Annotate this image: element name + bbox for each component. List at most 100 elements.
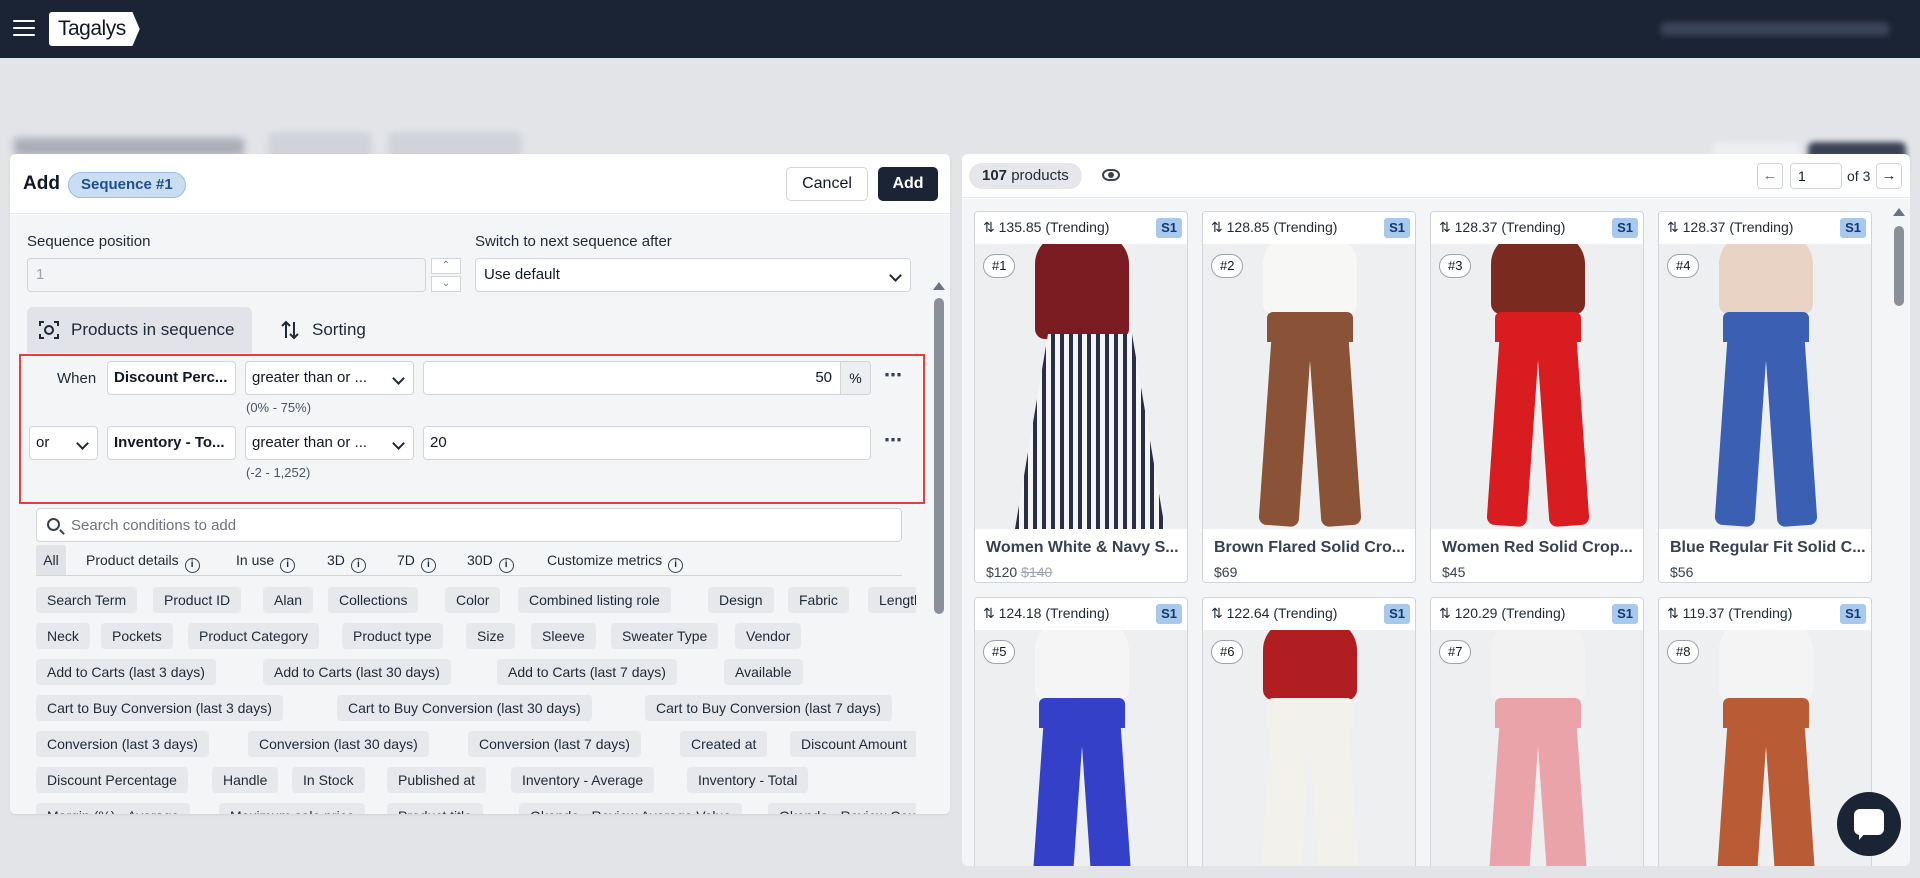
stepper-up-icon[interactable]: ⌃ bbox=[431, 258, 461, 274]
condition-chip[interactable]: Published at bbox=[387, 767, 487, 793]
condition-chip[interactable]: Pockets bbox=[101, 623, 173, 649]
condition-chip[interactable]: Color bbox=[445, 587, 501, 613]
condition-chip[interactable]: Conversion (last 7 days) bbox=[468, 731, 641, 757]
product-card[interactable]: ⇅ 128.85 (Trending) S1 #2 Brown Flared Soli… bbox=[1202, 211, 1416, 583]
condition-chip[interactable]: Okendo - Review Count bbox=[768, 803, 916, 814]
condition-chip[interactable]: Vendor bbox=[735, 623, 802, 649]
condition-chip[interactable]: Discount Amount bbox=[790, 731, 916, 757]
product-card[interactable]: ⇅ 120.29 (Trending) S1 #7 bbox=[1430, 597, 1644, 866]
condition-chip[interactable]: Sleeve bbox=[531, 623, 596, 649]
product-image[interactable]: #4 bbox=[1659, 244, 1871, 529]
logo[interactable]: Tagalys bbox=[49, 12, 140, 46]
info-icon[interactable]: i bbox=[350, 558, 366, 573]
product-card[interactable]: ⇅ 128.37 (Trending) S1 #3 Women Red Solid C… bbox=[1430, 211, 1644, 583]
condition-chip[interactable]: Alan bbox=[263, 587, 314, 613]
condition-chip[interactable]: Product title bbox=[387, 803, 483, 814]
condition-operator-select[interactable]: greater than or ... bbox=[245, 361, 414, 395]
condition-chip[interactable]: Available bbox=[724, 659, 803, 685]
product-image[interactable]: #1 bbox=[975, 244, 1187, 529]
condition-value-input[interactable]: 50 % bbox=[423, 361, 871, 395]
condition-chip[interactable]: Okendo - Review Average Value bbox=[519, 803, 743, 814]
filter-tab-in-use[interactable]: In use i bbox=[236, 545, 296, 575]
condition-chip[interactable]: Product type bbox=[342, 623, 443, 649]
product-card[interactable]: ⇅ 124.18 (Trending) S1 #5 bbox=[974, 597, 1188, 866]
info-icon[interactable]: i bbox=[498, 558, 514, 573]
condition-value-input[interactable]: 20 bbox=[423, 426, 871, 460]
scroll-up-icon[interactable] bbox=[1893, 208, 1905, 216]
product-image[interactable]: #6 bbox=[1203, 630, 1415, 866]
product-name[interactable]: Blue Regular Fit Solid C... bbox=[1670, 539, 1866, 557]
product-name[interactable]: Brown Flared Solid Cro... bbox=[1214, 539, 1410, 557]
page-input[interactable]: 1 bbox=[1790, 163, 1842, 189]
info-icon[interactable]: i bbox=[420, 558, 436, 573]
condition-attribute-select[interactable]: Inventory - To... bbox=[107, 426, 236, 460]
filter-tab-7d[interactable]: 7D i bbox=[397, 545, 436, 575]
condition-chip[interactable]: Cart to Buy Conversion (last 3 days) bbox=[36, 695, 283, 721]
scroll-up-icon[interactable] bbox=[933, 282, 945, 290]
condition-chip[interactable]: Conversion (last 3 days) bbox=[36, 731, 209, 757]
product-image[interactable]: #7 bbox=[1431, 630, 1643, 866]
condition-chip[interactable]: Length bbox=[868, 587, 916, 613]
sequence-position-input[interactable]: 1 bbox=[27, 258, 426, 292]
filter-tab-3d[interactable]: 3D i bbox=[327, 545, 366, 575]
right-scrollbar[interactable] bbox=[1892, 204, 1906, 864]
add-button[interactable]: Add bbox=[878, 167, 938, 201]
condition-chip[interactable]: Collections bbox=[328, 587, 419, 613]
product-image[interactable]: #5 bbox=[975, 630, 1187, 866]
condition-chip[interactable]: Inventory - Total bbox=[687, 767, 809, 793]
info-icon[interactable]: i bbox=[184, 558, 200, 573]
info-icon[interactable]: i bbox=[668, 558, 684, 573]
tab-sorting[interactable]: Sorting bbox=[268, 307, 388, 353]
condition-chip[interactable]: Maximum sale price bbox=[219, 803, 366, 814]
condition-chip[interactable]: Design bbox=[708, 587, 774, 613]
filter-tab-all[interactable]: All bbox=[36, 545, 66, 575]
condition-chip[interactable]: Inventory - Average bbox=[511, 767, 655, 793]
product-name[interactable]: Women Red Solid Crop... bbox=[1442, 539, 1638, 557]
condition-chip[interactable]: Product Category bbox=[188, 623, 319, 649]
condition-chip[interactable]: Created at bbox=[680, 731, 768, 757]
condition-chip[interactable]: Cart to Buy Conversion (last 30 days) bbox=[337, 695, 592, 721]
condition-chip[interactable]: Conversion (last 30 days) bbox=[248, 731, 429, 757]
condition-chip[interactable]: Sweater Type bbox=[611, 623, 719, 649]
condition-chip[interactable]: Add to Carts (last 30 days) bbox=[263, 659, 451, 685]
filter-tab-product-details[interactable]: Product details i bbox=[86, 545, 200, 575]
search-conditions-input[interactable]: Search conditions to add bbox=[36, 508, 902, 542]
condition-chip[interactable]: Handle bbox=[212, 767, 279, 793]
condition-more-icon[interactable]: ⋯ bbox=[884, 365, 903, 386]
stepper-down-icon[interactable]: ⌄ bbox=[431, 276, 461, 292]
condition-chip[interactable]: Fabric bbox=[788, 587, 849, 613]
left-scrollbar[interactable] bbox=[932, 278, 946, 814]
next-page-icon[interactable]: → bbox=[1876, 163, 1902, 189]
condition-operator-select[interactable]: greater than or ... bbox=[245, 426, 414, 460]
eye-icon[interactable] bbox=[1102, 169, 1120, 181]
product-name[interactable]: Women White & Navy S... bbox=[986, 539, 1182, 557]
filter-tab-30d[interactable]: 30D i bbox=[467, 545, 514, 575]
switch-sequence-select[interactable]: Use default bbox=[475, 258, 911, 292]
product-image[interactable]: #3 bbox=[1431, 244, 1643, 529]
condition-chip[interactable]: Add to Carts (last 3 days) bbox=[36, 659, 216, 685]
tab-products-in-sequence[interactable]: Products in sequence bbox=[27, 307, 252, 353]
prev-page-icon[interactable]: ← bbox=[1757, 163, 1783, 189]
condition-chip[interactable]: In Stock bbox=[292, 767, 365, 793]
condition-chip[interactable]: Neck bbox=[36, 623, 90, 649]
condition-chip[interactable]: Size bbox=[466, 623, 516, 649]
filter-tab-customize-metrics[interactable]: Customize metrics i bbox=[547, 545, 684, 575]
condition-chip[interactable]: Search Term bbox=[36, 587, 138, 613]
condition-attribute-select[interactable]: Discount Perc... bbox=[107, 361, 236, 395]
condition-chip[interactable]: Discount Percentage bbox=[36, 767, 188, 793]
product-image[interactable]: #2 bbox=[1203, 244, 1415, 529]
condition-chip[interactable]: Cart to Buy Conversion (last 7 days) bbox=[645, 695, 892, 721]
condition-chip[interactable]: Combined listing role bbox=[518, 587, 671, 613]
user-menu[interactable] bbox=[1660, 22, 1890, 36]
condition-chip[interactable]: Add to Carts (last 7 days) bbox=[497, 659, 677, 685]
scroll-thumb[interactable] bbox=[1894, 226, 1904, 306]
condition-chip[interactable]: Margin (%) - Average bbox=[36, 803, 191, 814]
info-icon[interactable]: i bbox=[280, 558, 296, 573]
product-card[interactable]: ⇅ 122.64 (Trending) S1 #6 bbox=[1202, 597, 1416, 866]
product-card[interactable]: ⇅ 128.37 (Trending) S1 #4 Blue Regular Fit … bbox=[1658, 211, 1872, 583]
menu-icon[interactable] bbox=[13, 20, 35, 37]
condition-more-icon[interactable]: ⋯ bbox=[884, 430, 903, 451]
position-stepper[interactable]: ⌃ ⌄ bbox=[431, 258, 461, 292]
condition-chip[interactable]: Product ID bbox=[153, 587, 242, 613]
product-card[interactable]: ⇅ 135.85 (Trending) S1 #1 Women White & Nav… bbox=[974, 211, 1188, 583]
